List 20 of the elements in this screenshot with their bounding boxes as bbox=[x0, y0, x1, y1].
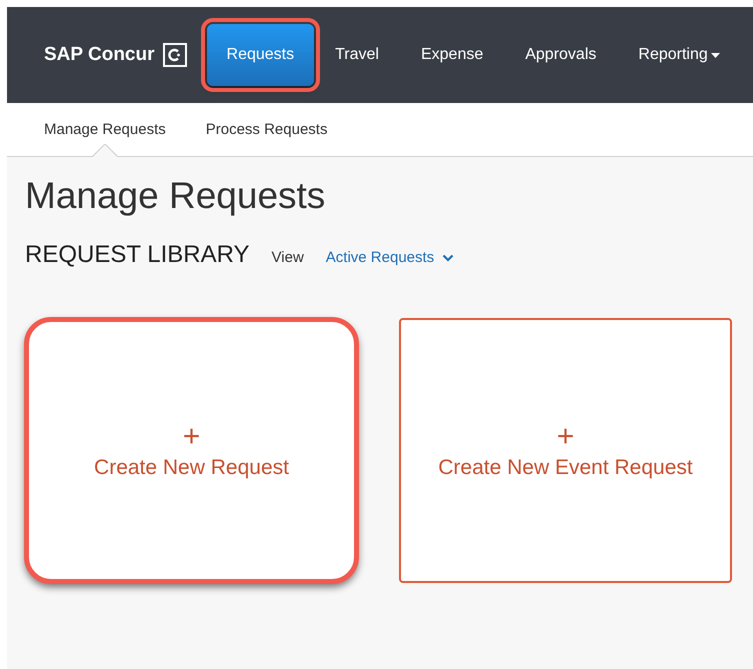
section-title: REQUEST LIBRARY bbox=[25, 241, 250, 269]
view-label: View bbox=[272, 249, 304, 266]
nav-tab[interactable]: Reporting bbox=[617, 24, 741, 86]
chevron-down-icon bbox=[442, 254, 454, 262]
create-card[interactable]: + Create New Request bbox=[25, 318, 358, 583]
subnav-tab[interactable]: Manage Requests bbox=[44, 121, 166, 138]
plus-icon: + bbox=[556, 422, 574, 452]
brand-name: SAP Concur bbox=[44, 44, 155, 66]
card-label: Create New Request bbox=[94, 456, 289, 480]
view-dropdown[interactable]: Active Requests bbox=[326, 249, 454, 266]
card-label: Create New Event Request bbox=[438, 456, 693, 480]
nav-tab[interactable]: Approvals bbox=[504, 24, 618, 86]
nav-tab[interactable]: Expense bbox=[400, 24, 504, 86]
create-card[interactable]: + Create New Event Request bbox=[399, 318, 732, 583]
logo-icon bbox=[162, 43, 187, 67]
nav-tab[interactable]: Requests bbox=[206, 24, 314, 86]
subnav-tab[interactable]: Process Requests bbox=[206, 121, 328, 138]
page-title: Manage Requests bbox=[25, 175, 326, 217]
nav-tab[interactable]: Travel bbox=[314, 24, 400, 86]
plus-icon: + bbox=[182, 422, 200, 452]
